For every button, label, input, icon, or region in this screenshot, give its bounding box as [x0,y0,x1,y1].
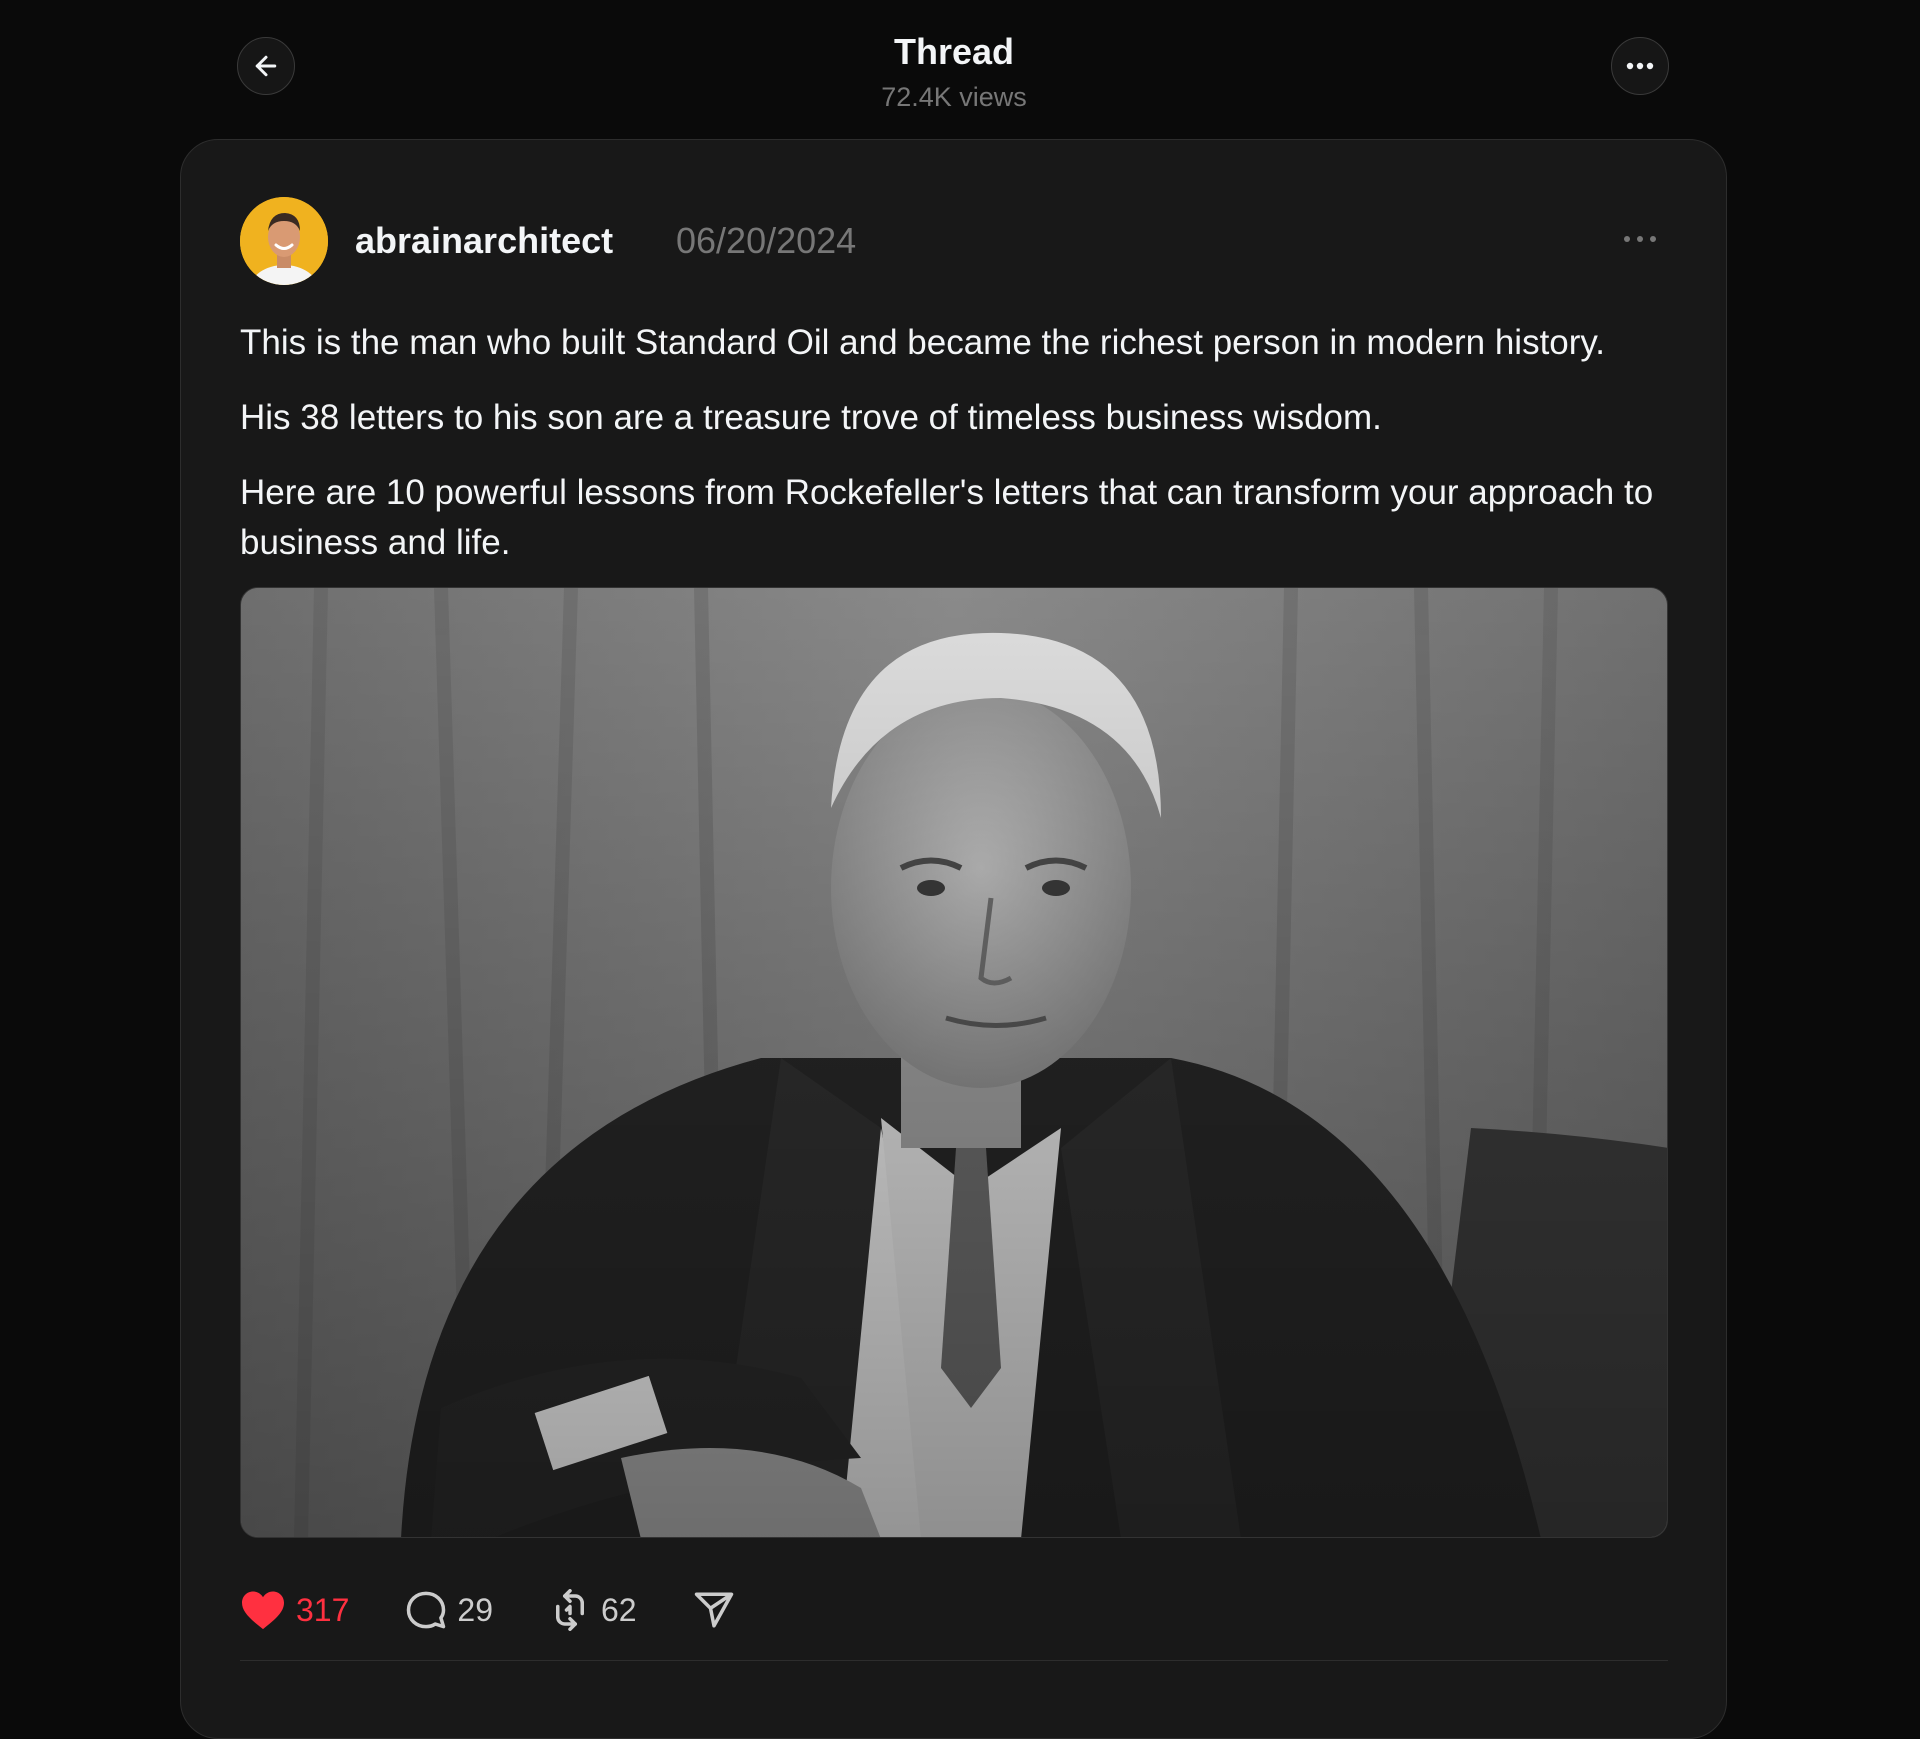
post-header: abrainarchitect 06/20/2024 [240,197,1670,287]
post-date: 06/20/2024 [676,220,857,261]
arrow-left-icon [255,55,277,77]
post-actions: 317 29 62 [240,1580,791,1640]
post-image[interactable] [240,587,1668,1538]
post-paragraph: This is the man who built Standard Oil a… [240,323,1606,362]
thread-more-button[interactable] [1611,37,1669,95]
divider [240,1660,1668,1661]
like-count: 317 [296,1591,350,1628]
more-horizontal-icon [1624,236,1656,242]
post-paragraph: Here are 10 powerful lessons from Rockef… [240,473,1654,562]
like-button[interactable]: 317 [240,1589,349,1631]
repost-count: 62 [600,1591,637,1628]
comment-count: 29 [457,1591,493,1628]
view-count: 72.4K views [881,82,1027,112]
page-title: Thread [893,31,1015,72]
post-paragraph: His 38 letters to his son are a treasure… [240,398,1382,437]
top-bar: Thread 72.4K views [0,0,1920,140]
comment-button[interactable]: 29 [405,1589,493,1631]
post-username[interactable]: abrainarchitect [355,219,613,263]
share-button[interactable] [693,1589,735,1631]
page-title-group: Thread 72.4K views [760,28,1148,116]
repost-button[interactable]: 62 [549,1589,637,1631]
send-icon [694,1592,733,1628]
heart-icon [242,1591,284,1630]
post-card: abrainarchitect 06/20/2024 This is the m… [180,139,1727,1739]
comment-icon [407,1591,446,1629]
post-more-button[interactable] [1610,219,1670,259]
back-button[interactable] [237,37,295,95]
repost-icon [555,1589,584,1631]
more-horizontal-icon [1626,62,1654,70]
post-body: This is the man who built Standard Oil a… [240,318,1680,593]
avatar[interactable] [240,197,328,285]
